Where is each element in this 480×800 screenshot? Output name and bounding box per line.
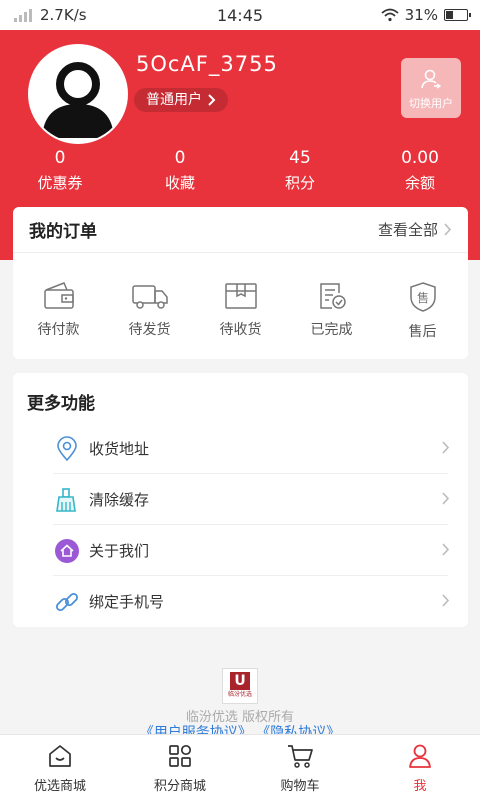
menu-item-clear-cache[interactable]: 清除缓存: [13, 474, 468, 525]
brand-logo-letter: U: [230, 672, 250, 690]
order-item-label: 已完成: [310, 322, 353, 338]
tab-me[interactable]: 我: [360, 735, 480, 800]
order-after-sales[interactable]: 售 售后: [383, 281, 463, 341]
order-item-label: 待收货: [219, 322, 262, 338]
truck-icon: [131, 285, 168, 309]
stat-value: 0: [54, 148, 66, 168]
tab-featured-mall[interactable]: 优选商城: [0, 735, 120, 800]
stat-points[interactable]: 45 积分: [240, 148, 360, 193]
chevron-right-icon: [442, 492, 450, 505]
cart-icon: [288, 745, 313, 768]
stat-label: 收藏: [164, 174, 195, 192]
shield-after-sales-icon: 售: [409, 282, 436, 312]
home-icon: [49, 745, 71, 767]
order-pending-payment[interactable]: 待付款: [19, 281, 99, 341]
order-pending-shipment[interactable]: 待发货: [110, 281, 190, 341]
more-features-list: 收货地址 清除缓存 关于我们 绑定手机号: [13, 423, 468, 627]
svg-text:售: 售: [416, 290, 428, 305]
order-completed[interactable]: 已完成: [292, 281, 372, 341]
stats-row: 0 优惠券 0 收藏 45 积分 0.00 余额: [0, 148, 480, 193]
chevron-right-icon: [442, 441, 450, 454]
stat-label: 积分: [284, 174, 315, 192]
user-icon: [409, 744, 431, 768]
switch-user-button[interactable]: 切换用户: [401, 58, 461, 118]
tab-label: 我: [413, 779, 427, 794]
stat-label: 余额: [404, 174, 435, 192]
chevron-right-icon: [208, 94, 216, 106]
chevron-right-icon: [444, 223, 452, 236]
stat-value: 0.00: [401, 148, 439, 168]
menu-item-shipping-address[interactable]: 收货地址: [13, 423, 468, 474]
tab-label: 优选商城: [33, 779, 86, 794]
tab-label: 购物车: [280, 779, 320, 794]
tab-cart[interactable]: 购物车: [240, 735, 360, 800]
stat-balance[interactable]: 0.00 余额: [360, 148, 480, 193]
switch-user-label: 切换用户: [409, 97, 453, 110]
status-right: 31%: [381, 6, 471, 24]
menu-item-about-us[interactable]: 关于我们: [13, 525, 468, 576]
orders-title: 我的订单: [29, 222, 97, 242]
wallet-icon: [43, 282, 74, 309]
stat-coupons[interactable]: 0 优惠券: [0, 148, 120, 193]
default-avatar-icon: [30, 46, 126, 142]
order-pending-receipt[interactable]: 待收货: [201, 281, 281, 341]
chevron-right-icon: [442, 594, 450, 607]
more-features-title: 更多功能: [27, 394, 95, 414]
order-status-row: 待付款 待发货 待收货 已完成 售 售后: [13, 253, 468, 341]
menu-item-label: 绑定手机号: [89, 593, 165, 611]
tab-label: 积分商城: [153, 779, 206, 794]
location-pin-icon: [53, 435, 81, 463]
view-all-orders-link[interactable]: 查看全部: [378, 219, 452, 240]
battery-icon: [444, 9, 471, 21]
more-features-card: 更多功能 收货地址 清除缓存 关于我们 绑定手机号: [13, 373, 468, 627]
chevron-right-icon: [442, 543, 450, 556]
link-icon: [53, 588, 81, 616]
stat-favorites[interactable]: 0 收藏: [120, 148, 240, 193]
order-item-label: 售后: [408, 324, 437, 340]
menu-item-label: 关于我们: [89, 542, 150, 560]
order-item-label: 待付款: [37, 322, 80, 338]
my-orders-card: 我的订单 查看全部 待付款 待发货 待收货 已完成 售 售后: [13, 207, 468, 359]
menu-item-label: 收货地址: [89, 440, 150, 458]
menu-item-bind-phone[interactable]: 绑定手机号: [13, 576, 468, 627]
view-all-label: 查看全部: [377, 221, 438, 239]
status-bar: 2.7K/s 14:45 31%: [0, 0, 480, 30]
member-level-badge[interactable]: 普通用户: [134, 88, 228, 112]
orders-header: 我的订单 查看全部: [13, 207, 468, 253]
switch-user-icon: [421, 69, 442, 89]
brand-logo: U 临汾优选: [222, 668, 258, 704]
wifi-icon: [381, 8, 399, 22]
grid-icon: [169, 744, 192, 767]
house-badge-icon: [53, 537, 81, 565]
broom-icon: [53, 486, 81, 514]
stat-label: 优惠券: [37, 174, 83, 192]
battery-percent: 31%: [404, 6, 438, 24]
tab-points-mall[interactable]: 积分商城: [120, 735, 240, 800]
order-item-label: 待发货: [128, 322, 171, 338]
member-level-label: 普通用户: [146, 92, 202, 108]
bottom-tab-bar: 优选商城 积分商城 购物车 我: [0, 734, 480, 800]
username: 5OcAF_3755: [136, 52, 278, 76]
menu-item-label: 清除缓存: [89, 491, 150, 509]
stat-value: 45: [289, 148, 311, 168]
package-icon: [224, 283, 257, 309]
stat-value: 0: [174, 148, 186, 168]
avatar[interactable]: [28, 44, 128, 144]
brand-logo-text: 临汾优选: [227, 691, 252, 698]
agreement-links[interactable]: 《用户服务协议》 《隐私协议》: [0, 722, 480, 734]
checklist-icon: [319, 283, 346, 309]
